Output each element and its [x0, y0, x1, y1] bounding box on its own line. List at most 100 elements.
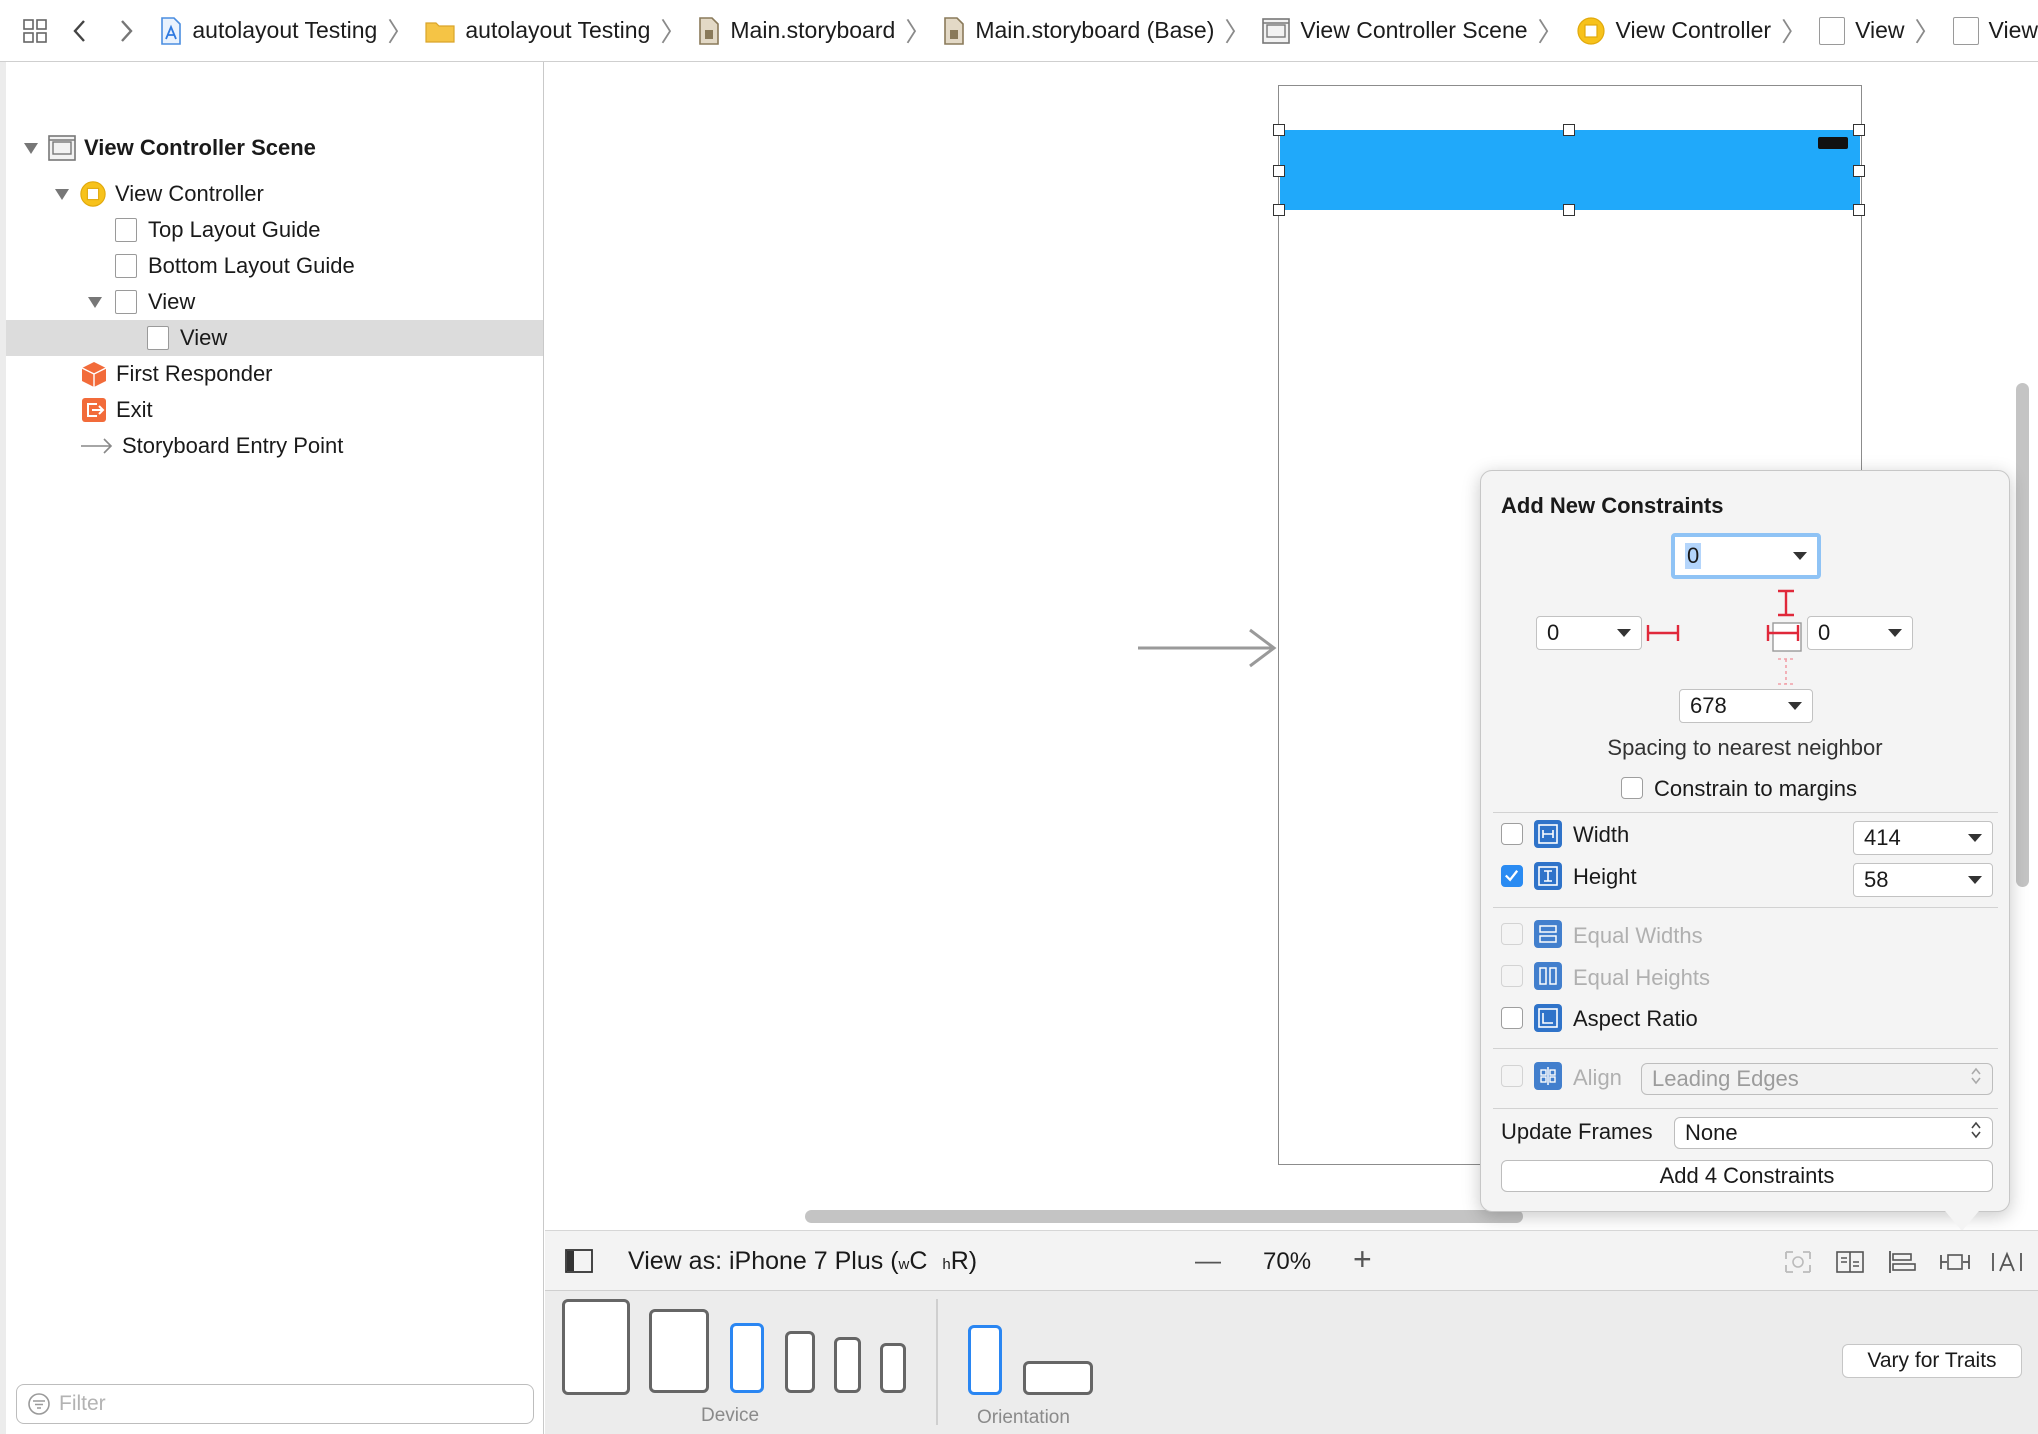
outline-label: View	[180, 325, 228, 350]
resize-handle[interactable]	[1273, 165, 1285, 177]
zoom-in-button[interactable]: +	[1353, 1241, 1372, 1278]
height-constraint-icon	[1534, 862, 1562, 890]
vary-for-traits-button[interactable]: Vary for Traits	[1842, 1344, 2022, 1378]
top-spacing-value: 0	[1685, 543, 1702, 569]
entry-point-arrow-icon[interactable]	[1138, 628, 1278, 673]
related-items-icon[interactable]	[12, 0, 57, 62]
device-label: Device	[701, 1405, 760, 1426]
equal-widths-checkbox[interactable]	[1501, 923, 1523, 945]
back-button[interactable]	[57, 0, 102, 62]
aspect-ratio-checkbox[interactable]	[1501, 1007, 1523, 1029]
outline-item-first-responder[interactable]: First Responder	[6, 356, 543, 392]
chevron-down-icon[interactable]	[1788, 702, 1802, 710]
resolve-issues-icon[interactable]	[1991, 1249, 2023, 1280]
crumb-folder[interactable]: autolayout Testing 〉	[413, 0, 686, 62]
crumb-view-controller[interactable]: View Controller 〉	[1564, 0, 1807, 62]
outline-item-top-layout-guide[interactable]: Top Layout Guide	[6, 212, 543, 248]
divider	[1493, 812, 1998, 813]
outline-item-subview[interactable]: View	[6, 320, 543, 356]
chevron-down-icon[interactable]	[1617, 629, 1631, 637]
resize-handle[interactable]	[1563, 124, 1575, 136]
outline-item-entry-point[interactable]: Storyboard Entry Point	[6, 428, 543, 464]
storyboard-file-icon	[943, 16, 965, 45]
device-iphone-4s-icon[interactable]	[880, 1343, 906, 1393]
align-checkbox[interactable]	[1501, 1065, 1523, 1087]
chevron-down-icon[interactable]	[1793, 552, 1807, 560]
resize-handle[interactable]	[1853, 204, 1865, 216]
resize-handle[interactable]	[1273, 204, 1285, 216]
height-checkbox[interactable]	[1501, 865, 1523, 887]
right-strut-icon[interactable]	[1766, 621, 1800, 650]
embed-in-stack-icon[interactable]	[1835, 1249, 1865, 1280]
update-frames-popup[interactable]: None	[1674, 1117, 1993, 1149]
view-icon	[1952, 16, 1979, 45]
right-spacing-value: 0	[1818, 620, 1831, 645]
zoom-out-button[interactable]: —	[1195, 1245, 1221, 1276]
width-value-field[interactable]: 414	[1853, 821, 1993, 855]
selected-view[interactable]	[1280, 130, 1860, 210]
width-class: C	[909, 1247, 928, 1275]
left-spacing-field[interactable]: 0	[1536, 616, 1642, 650]
disclosure-triangle-icon[interactable]	[51, 183, 73, 205]
device-iphone-se-icon[interactable]	[834, 1337, 861, 1393]
equal-heights-checkbox[interactable]	[1501, 965, 1523, 987]
crumb-storyboard[interactable]: Main.storyboard 〉	[686, 0, 931, 62]
chevron-down-icon[interactable]	[1888, 629, 1902, 637]
orientation-landscape-icon[interactable]	[1023, 1361, 1093, 1395]
resize-handle[interactable]	[1563, 204, 1575, 216]
close-paren: )	[968, 1247, 978, 1275]
chevron-right-icon: 〉	[1537, 17, 1564, 47]
view-icon	[112, 288, 140, 316]
view-as-label[interactable]: View as: iPhone 7 Plus (wC hR)	[628, 1247, 977, 1276]
update-frames-icon[interactable]	[1783, 1249, 1813, 1280]
outline-label: View	[148, 289, 196, 314]
scene-icon	[48, 134, 76, 162]
height-value-field[interactable]: 58	[1853, 863, 1993, 897]
chevron-down-icon[interactable]	[1968, 876, 1982, 884]
vertical-scrollbar[interactable]	[2016, 383, 2029, 887]
outline-item-bottom-layout-guide[interactable]: Bottom Layout Guide	[6, 248, 543, 284]
device-iphone-icon[interactable]	[785, 1331, 815, 1393]
project-icon	[160, 16, 182, 45]
resize-handle[interactable]	[1273, 124, 1285, 136]
jump-bar: autolayout Testing 〉 autolayout Testing …	[0, 0, 2038, 62]
orientation-portrait-icon[interactable]	[968, 1325, 1002, 1395]
align-menu-icon[interactable]	[1887, 1249, 1917, 1280]
forward-button[interactable]	[103, 0, 148, 62]
right-spacing-field[interactable]: 0	[1807, 616, 1913, 650]
align-popup[interactable]: Leading Edges	[1641, 1063, 1993, 1095]
crumb-scene[interactable]: View Controller Scene 〉	[1250, 0, 1564, 62]
popover-title: Add New Constraints	[1501, 493, 1724, 518]
left-strut-icon[interactable]	[1646, 621, 1680, 650]
crumb-view-selected[interactable]: View	[1941, 0, 2038, 62]
width-constraint-icon	[1534, 820, 1562, 848]
pin-menu-icon[interactable]	[1939, 1249, 1971, 1280]
outline-item-exit[interactable]: Exit	[6, 392, 543, 428]
resize-handle[interactable]	[1853, 165, 1865, 177]
crumb-project[interactable]: autolayout Testing 〉	[148, 0, 413, 62]
layout-guide-icon	[112, 216, 140, 244]
outline-item-view[interactable]: View	[6, 284, 543, 320]
outline-item-scene[interactable]: View Controller Scene	[6, 130, 543, 166]
filter-input[interactable]: Filter	[16, 1384, 534, 1424]
top-spacing-field[interactable]: 0	[1671, 533, 1821, 579]
add-constraints-button[interactable]: Add 4 Constraints	[1501, 1160, 1993, 1192]
device-ipad-icon[interactable]	[649, 1309, 709, 1393]
constrain-margins-checkbox[interactable]	[1621, 777, 1643, 799]
device-iphone-plus-icon[interactable]	[730, 1323, 764, 1393]
outline-item-view-controller[interactable]: View Controller	[6, 176, 543, 212]
device-ipad-pro-large-icon[interactable]	[562, 1299, 630, 1395]
horizontal-scrollbar[interactable]	[805, 1210, 1523, 1223]
resize-handle[interactable]	[1853, 124, 1865, 136]
chevron-right-icon: 〉	[1224, 17, 1251, 47]
disclosure-triangle-icon[interactable]	[20, 137, 42, 159]
chevron-down-icon[interactable]	[1968, 834, 1982, 842]
divider	[1493, 1048, 1998, 1049]
bottom-spacing-field[interactable]: 678	[1679, 689, 1813, 723]
equal-widths-label: Equal Widths	[1573, 923, 1703, 948]
width-checkbox[interactable]	[1501, 823, 1523, 845]
crumb-storyboard-base[interactable]: Main.storyboard (Base) 〉	[931, 0, 1250, 62]
toggle-outline-icon[interactable]	[565, 1249, 593, 1278]
disclosure-triangle-icon[interactable]	[84, 291, 106, 313]
crumb-view[interactable]: View 〉	[1807, 0, 1941, 62]
